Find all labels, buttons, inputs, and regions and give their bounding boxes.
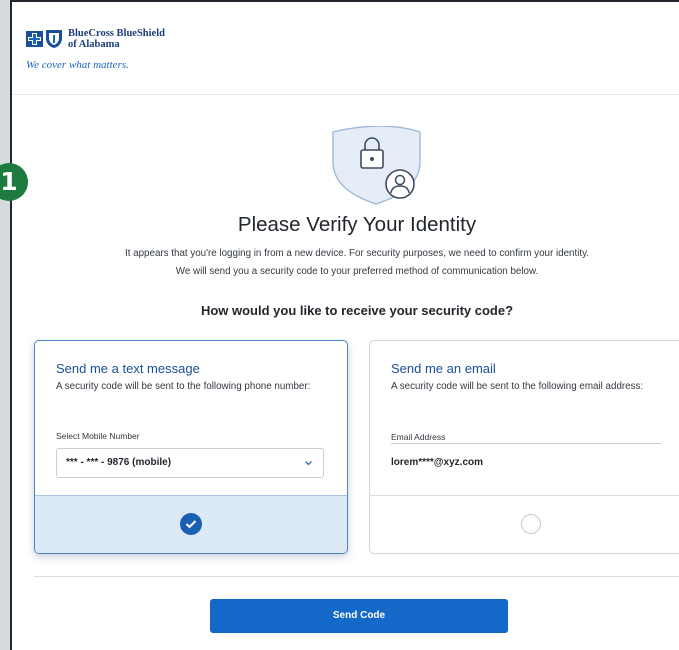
bluecross-blueshield-icon — [26, 30, 62, 48]
brand-tagline: We cover what matters. — [26, 59, 129, 71]
send-code-button[interactable]: Send Code — [210, 599, 508, 633]
email-option-card[interactable]: Send me an email A security code will be… — [369, 340, 679, 554]
email-option-description: A security code will be sent to the foll… — [391, 381, 644, 392]
text-option-title: Send me a text message — [56, 361, 200, 376]
section-divider — [34, 576, 679, 577]
bcbs-logo[interactable]: BlueCross BlueShield of Alabama — [26, 28, 165, 50]
verify-identity-page: BlueCross BlueShield of Alabama We cover… — [10, 0, 679, 650]
mobile-number-select[interactable]: *** - *** - 9876 (mobile) — [56, 448, 324, 478]
page-description: It appears that you're logging in from a… — [12, 245, 679, 281]
text-option-description: A security code will be sent to the foll… — [56, 381, 311, 392]
shield-lock-user-icon — [328, 125, 428, 206]
email-option-title: Send me an email — [391, 361, 496, 376]
description-line2: We will send you a security code to your… — [175, 266, 539, 277]
site-header: BlueCross BlueShield of Alabama We cover… — [12, 2, 679, 95]
brand-name: BlueCross BlueShield of Alabama — [68, 28, 165, 50]
description-line1: It appears that you're logging in from a… — [124, 248, 589, 259]
page-title: Please Verify Your Identity — [237, 213, 477, 236]
text-message-option-card[interactable]: Send me a text message A security code w… — [34, 340, 348, 554]
email-field-divider — [391, 443, 661, 444]
email-address-label: Email Address — [391, 432, 446, 442]
selected-mobile-number: *** - *** - 9876 (mobile) — [66, 457, 172, 468]
email-address-value: lorem****@xyz.com — [391, 457, 484, 468]
brand-name-line2: of Alabama — [68, 39, 120, 50]
empty-circle-icon[interactable] — [521, 514, 541, 534]
chevron-down-icon — [304, 449, 313, 488]
email-option-footer[interactable] — [370, 495, 679, 553]
delivery-question: How would you like to receive your secur… — [200, 303, 514, 318]
brand-name-line1: BlueCross BlueShield — [68, 28, 165, 39]
text-option-footer[interactable] — [35, 495, 347, 553]
check-circle-icon[interactable] — [180, 513, 202, 535]
mobile-number-label: Select Mobile Number — [56, 431, 140, 441]
